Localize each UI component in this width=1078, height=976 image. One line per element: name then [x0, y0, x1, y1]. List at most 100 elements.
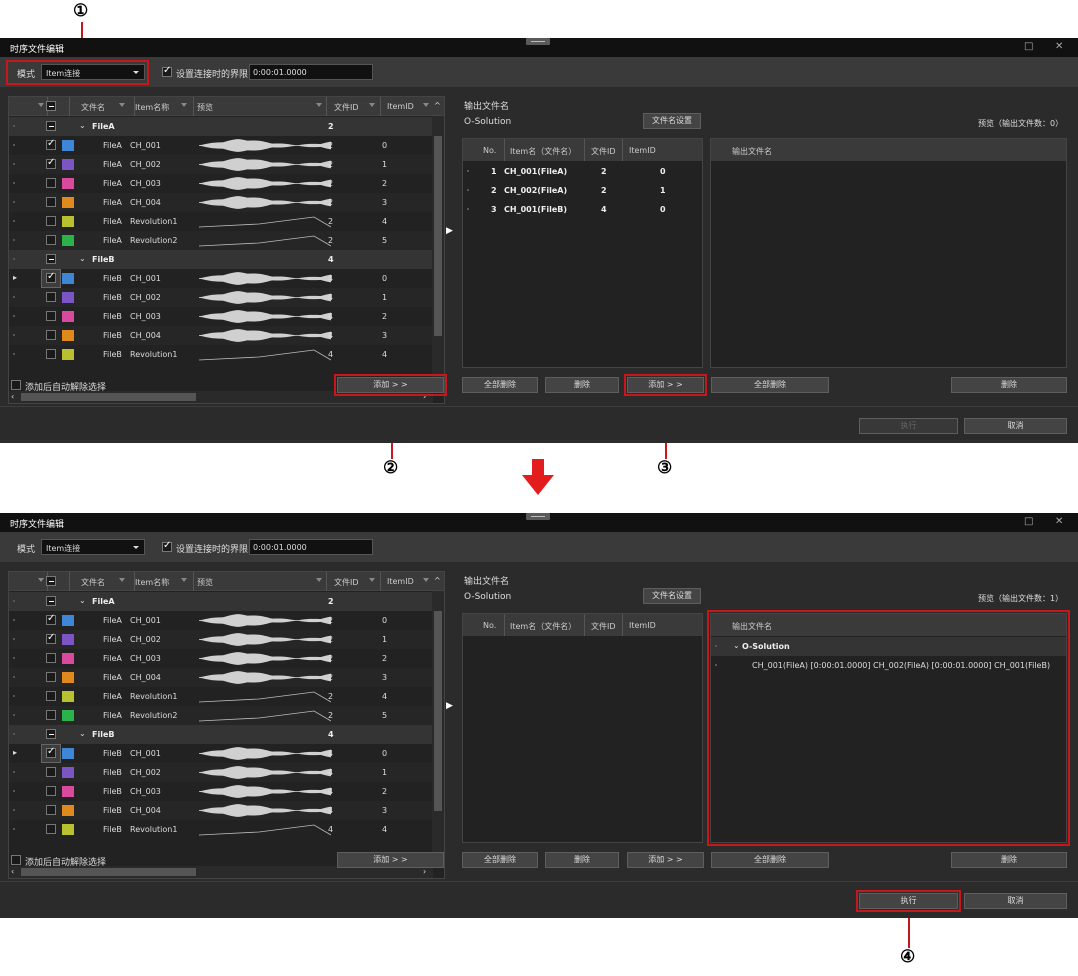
filename-settings-button[interactable]: 文件名设置 — [643, 113, 701, 129]
filter-icon[interactable] — [181, 103, 187, 107]
execute-button[interactable]: 执行 — [859, 418, 958, 434]
cancel-button[interactable]: 取消 — [964, 418, 1067, 434]
maximize-icon[interactable]: □ — [1024, 41, 1033, 52]
group-checkbox[interactable] — [46, 254, 56, 264]
item-row[interactable]: FileB CH_004 4 3 — [9, 801, 433, 820]
title-bar[interactable]: 时序文件编辑 □ ✕ — [0, 513, 1078, 532]
item-checkbox[interactable] — [46, 824, 56, 834]
title-bar[interactable]: 时序文件编辑 □ ✕ — [0, 38, 1078, 57]
scroll-right-icon[interactable]: › — [423, 867, 426, 876]
item-row[interactable]: FileA CH_002 2 1 — [9, 155, 433, 174]
col-item-name[interactable]: Item名称 — [135, 577, 169, 588]
filter-icon[interactable] — [38, 578, 44, 582]
scroll-up-icon[interactable]: ^ — [434, 576, 441, 585]
filter-icon[interactable] — [181, 578, 187, 582]
item-checkbox[interactable] — [46, 746, 56, 758]
delete-button[interactable]: 删除 — [545, 377, 619, 393]
mode-select[interactable]: Item连接 — [41, 64, 145, 80]
output-group-row[interactable]: ⌄ O-Solution — [711, 637, 1066, 656]
output-file-row[interactable]: CH_001(FileA) [0:00:01.0000] CH_002(File… — [711, 656, 1066, 675]
add-button-left[interactable]: 添加 > > — [337, 852, 444, 868]
item-checkbox[interactable] — [46, 157, 56, 169]
delete-button[interactable]: 删除 — [545, 852, 619, 868]
item-row[interactable]: FileA CH_003 2 2 — [9, 174, 433, 193]
scroll-thumb[interactable] — [434, 136, 442, 336]
collapse-arrow-icon[interactable]: ▶ — [446, 701, 453, 711]
scroll-left-icon[interactable]: ‹ — [11, 392, 14, 401]
item-checkbox[interactable] — [46, 178, 56, 188]
item-row[interactable]: FileA Revolution2 2 5 — [9, 706, 433, 725]
item-checkbox[interactable] — [46, 292, 56, 302]
auto-deselect-checkbox[interactable] — [11, 380, 21, 390]
close-icon[interactable]: ✕ — [1055, 41, 1063, 52]
expand-chevron-icon[interactable]: ⌄ — [733, 641, 740, 650]
filter-icon[interactable] — [423, 103, 429, 107]
vertical-scrollbar[interactable]: ^ — [432, 101, 444, 392]
item-row[interactable]: FileB CH_004 4 3 — [9, 326, 433, 345]
add-button-middle[interactable]: 添加 > > — [627, 852, 704, 868]
scroll-up-icon[interactable]: ^ — [434, 101, 441, 110]
item-checkbox[interactable] — [46, 216, 56, 226]
vertical-scrollbar[interactable]: ^ — [432, 576, 444, 867]
expand-chevron-icon[interactable]: ⌄ — [79, 254, 86, 263]
item-row[interactable]: FileA CH_004 2 3 — [9, 193, 433, 212]
drag-handle-icon[interactable] — [526, 38, 550, 45]
item-checkbox[interactable] — [46, 767, 56, 777]
item-row[interactable]: FileB CH_003 4 2 — [9, 782, 433, 801]
queue-row[interactable]: 3 CH_001(FileB) 4 0 — [463, 200, 702, 219]
group-checkbox[interactable] — [46, 729, 56, 739]
item-checkbox[interactable] — [46, 691, 56, 701]
item-checkbox[interactable] — [46, 349, 56, 359]
item-row[interactable]: FileA CH_003 2 2 — [9, 649, 433, 668]
col-preview[interactable]: 预览 — [197, 102, 213, 113]
boundary-checkbox[interactable] — [162, 65, 172, 77]
cancel-button[interactable]: 取消 — [964, 893, 1067, 909]
item-checkbox[interactable] — [46, 271, 56, 283]
col-file-id[interactable]: 文件ID — [334, 577, 359, 588]
delete-output-button[interactable]: 删除 — [951, 377, 1067, 393]
execute-button[interactable]: 执行 — [859, 893, 958, 909]
filter-icon[interactable] — [119, 103, 125, 107]
select-all-checkbox[interactable] — [46, 576, 56, 586]
item-row[interactable]: FileB CH_002 4 1 — [9, 288, 433, 307]
item-checkbox[interactable] — [46, 632, 56, 644]
group-row[interactable]: ⌄ FileA 2 — [9, 592, 433, 611]
col-preview[interactable]: 预览 — [197, 577, 213, 588]
clear-all-button[interactable]: 全部删除 — [462, 377, 538, 393]
item-checkbox[interactable] — [46, 311, 56, 321]
item-row[interactable]: FileA Revolution2 2 5 — [9, 231, 433, 250]
item-checkbox[interactable] — [46, 672, 56, 682]
scroll-thumb[interactable] — [21, 393, 196, 401]
boundary-checkbox[interactable] — [162, 540, 172, 552]
scroll-left-icon[interactable]: ‹ — [11, 867, 14, 876]
group-row[interactable]: ⌄ FileA 2 — [9, 117, 433, 136]
select-all-checkbox[interactable] — [46, 101, 56, 111]
scroll-right-icon[interactable]: › — [423, 392, 426, 401]
item-row[interactable]: FileB Revolution1 4 4 — [9, 820, 433, 839]
boundary-time-input[interactable]: 0:00:01.0000 — [249, 64, 373, 80]
col-file-id[interactable]: 文件ID — [334, 102, 359, 113]
item-row[interactable]: ▸ FileB CH_001 4 0 — [9, 744, 433, 763]
auto-deselect-checkbox[interactable] — [11, 855, 21, 865]
item-checkbox[interactable] — [46, 710, 56, 720]
group-checkbox[interactable] — [46, 121, 56, 131]
mode-select[interactable]: Item连接 — [41, 539, 145, 555]
filename-settings-button[interactable]: 文件名设置 — [643, 588, 701, 604]
item-row[interactable]: ▸ FileB CH_001 4 0 — [9, 269, 433, 288]
item-checkbox[interactable] — [46, 653, 56, 663]
item-row[interactable]: FileA CH_001 2 0 — [9, 611, 433, 630]
item-row[interactable]: FileA Revolution1 2 4 — [9, 212, 433, 231]
filter-icon[interactable] — [316, 103, 322, 107]
item-checkbox[interactable] — [46, 197, 56, 207]
col-item-id[interactable]: ItemID — [387, 577, 414, 586]
filter-icon[interactable] — [316, 578, 322, 582]
group-checkbox[interactable] — [46, 596, 56, 606]
item-row[interactable]: FileB Revolution1 4 4 — [9, 345, 433, 364]
filter-icon[interactable] — [119, 578, 125, 582]
item-row[interactable]: FileA Revolution1 2 4 — [9, 687, 433, 706]
add-button-middle[interactable]: 添加 > > — [627, 377, 704, 393]
clear-all-output-button[interactable]: 全部删除 — [711, 852, 829, 868]
scroll-thumb[interactable] — [21, 868, 196, 876]
filter-icon[interactable] — [369, 578, 375, 582]
col-filename[interactable]: 文件名 — [81, 577, 105, 588]
